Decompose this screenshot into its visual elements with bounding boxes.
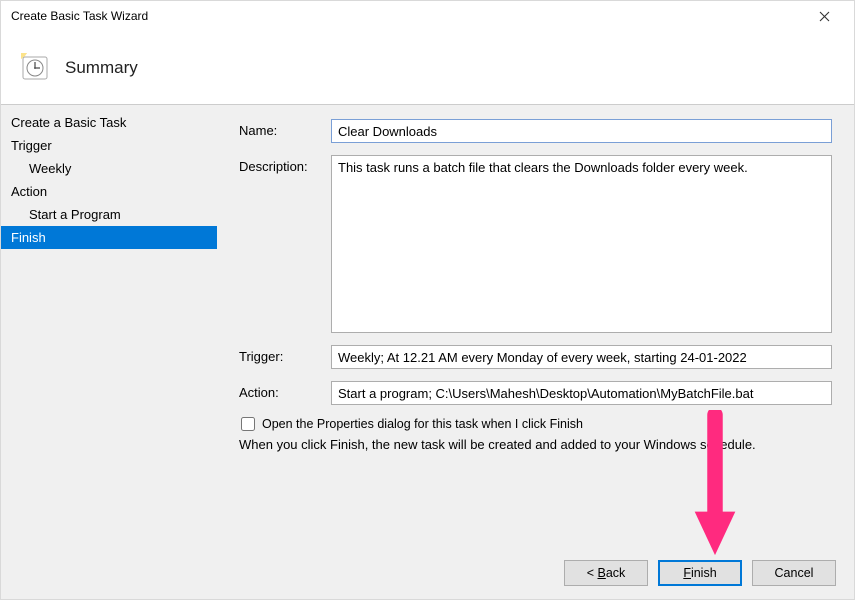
wizard-step[interactable]: Action <box>1 180 217 203</box>
wizard-step[interactable]: Weekly <box>1 157 217 180</box>
wizard-step[interactable]: Start a Program <box>1 203 217 226</box>
close-icon <box>819 11 830 22</box>
name-row: Name: <box>239 119 832 143</box>
wizard-body: Create a Basic TaskTriggerWeeklyActionSt… <box>1 105 854 547</box>
titlebar: Create Basic Task Wizard <box>1 1 854 31</box>
wizard-step[interactable]: Trigger <box>1 134 217 157</box>
action-label: Action: <box>239 381 331 400</box>
open-properties-row: Open the Properties dialog for this task… <box>241 417 832 431</box>
wizard-header: Summary <box>1 31 854 105</box>
task-scheduler-icon <box>17 51 51 85</box>
page-heading: Summary <box>65 58 138 78</box>
name-label: Name: <box>239 119 331 138</box>
wizard-step[interactable]: Finish <box>1 226 217 249</box>
window-title: Create Basic Task Wizard <box>9 9 802 23</box>
name-input[interactable] <box>331 119 832 143</box>
cancel-button[interactable]: Cancel <box>752 560 836 586</box>
finish-note: When you click Finish, the new task will… <box>239 437 832 452</box>
open-properties-checkbox[interactable] <box>241 417 255 431</box>
finish-button[interactable]: Finish <box>658 560 742 586</box>
action-value <box>331 381 832 405</box>
close-button[interactable] <box>802 2 846 30</box>
wizard-step[interactable]: Create a Basic Task <box>1 111 217 134</box>
summary-panel: Name: Description: Trigger: Action: Open… <box>217 105 854 547</box>
description-textarea[interactable] <box>331 155 832 333</box>
description-row: Description: <box>239 155 832 333</box>
back-button[interactable]: < Back <box>564 560 648 586</box>
description-label: Description: <box>239 155 331 174</box>
trigger-row: Trigger: <box>239 345 832 369</box>
wizard-footer: < Back Finish Cancel <box>1 547 854 599</box>
open-properties-label[interactable]: Open the Properties dialog for this task… <box>262 417 583 431</box>
action-row: Action: <box>239 381 832 405</box>
trigger-label: Trigger: <box>239 345 331 364</box>
trigger-value <box>331 345 832 369</box>
wizard-steps-sidebar: Create a Basic TaskTriggerWeeklyActionSt… <box>1 105 217 547</box>
wizard-window: Create Basic Task Wizard Summary Create … <box>0 0 855 600</box>
